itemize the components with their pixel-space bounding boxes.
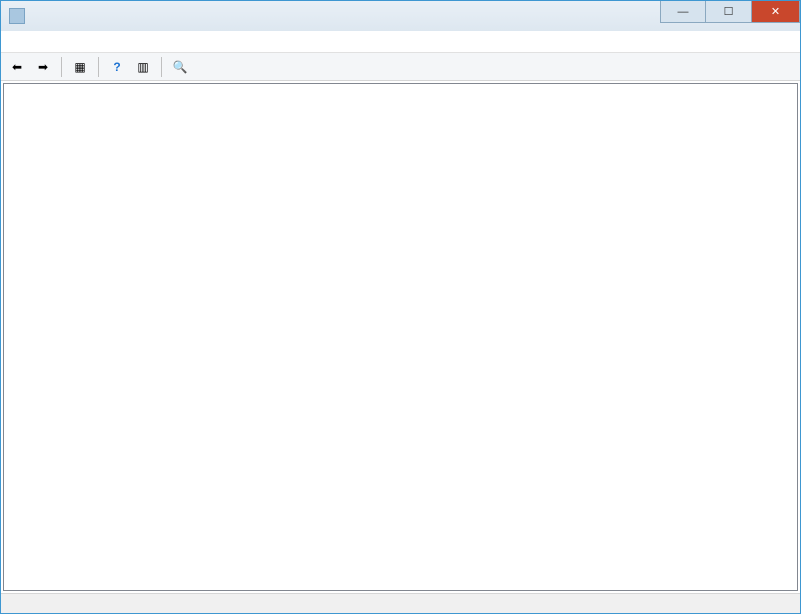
scan-button[interactable]: 🔍 <box>168 56 192 78</box>
close-button[interactable]: ✕ <box>752 1 800 23</box>
content-area <box>1 81 800 593</box>
show-hide-button[interactable]: ▦ <box>68 56 92 78</box>
properties-button[interactable]: ▥ <box>131 56 155 78</box>
window-controls: — ☐ ✕ <box>660 1 800 23</box>
back-icon: ⬅ <box>12 60 22 74</box>
device-manager-window: — ☐ ✕ ⬅ ➡ ▦ ? ▥ 🔍 <box>0 0 801 614</box>
app-icon <box>9 8 25 24</box>
help-button[interactable]: ? <box>105 56 129 78</box>
menubar <box>1 31 800 53</box>
help-icon: ? <box>113 60 120 74</box>
menu-view[interactable] <box>39 40 55 44</box>
titlebar[interactable]: — ☐ ✕ <box>1 1 800 31</box>
menu-file[interactable] <box>7 40 23 44</box>
toolbar: ⬅ ➡ ▦ ? ▥ 🔍 <box>1 53 800 81</box>
toolbar-separator <box>161 57 162 77</box>
menu-help[interactable] <box>55 40 71 44</box>
device-tree[interactable] <box>3 83 798 591</box>
properties-icon: ▥ <box>137 60 148 74</box>
back-button[interactable]: ⬅ <box>5 56 29 78</box>
toolbar-separator <box>61 57 62 77</box>
scan-icon: 🔍 <box>173 60 188 74</box>
menu-action[interactable] <box>23 40 39 44</box>
show-hide-icon: ▦ <box>74 60 85 74</box>
statusbar <box>1 593 800 613</box>
toolbar-separator <box>98 57 99 77</box>
minimize-button[interactable]: — <box>660 1 706 23</box>
forward-icon: ➡ <box>38 60 48 74</box>
maximize-button[interactable]: ☐ <box>706 1 752 23</box>
forward-button[interactable]: ➡ <box>31 56 55 78</box>
